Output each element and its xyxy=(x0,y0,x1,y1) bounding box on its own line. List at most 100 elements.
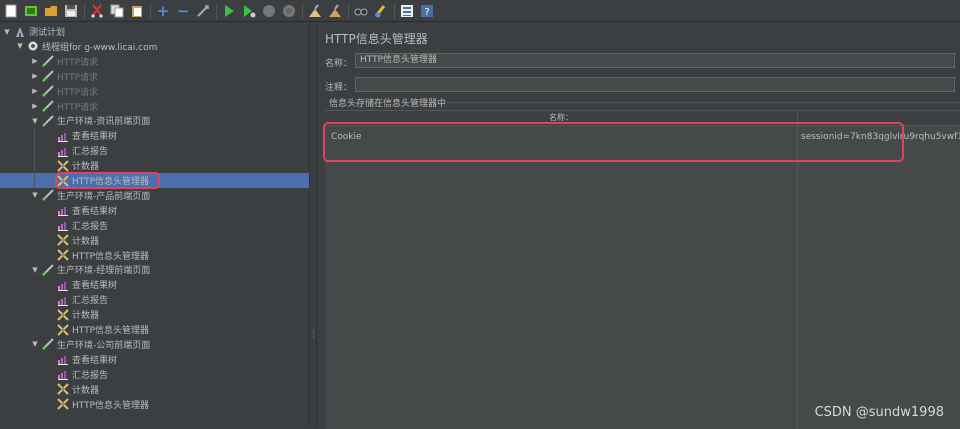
tree-item[interactable]: 查看结果树 xyxy=(0,128,309,143)
tree-item[interactable]: 查看结果树 xyxy=(0,277,309,292)
tree-item[interactable]: HTTP信息头管理器 xyxy=(0,248,309,263)
tree-item-label: 生产环境-经理前端页面 xyxy=(57,266,151,277)
config-icon xyxy=(57,234,69,246)
reset-search-icon[interactable] xyxy=(373,3,389,19)
config-icon xyxy=(57,383,69,395)
sampler-icon xyxy=(42,115,54,127)
tree-item[interactable]: 汇总报告 xyxy=(0,292,309,307)
expand-arrow-icon[interactable]: ▼ xyxy=(31,340,39,348)
cut-icon[interactable] xyxy=(89,3,105,19)
collapse-arrow-icon[interactable]: ▶ xyxy=(31,57,39,65)
tree-item-label: 生产环境-产品前端页面 xyxy=(57,191,151,202)
tree-item[interactable]: ▶ HTTP请求 xyxy=(0,54,309,69)
splitter-grip-icon: · · · xyxy=(312,327,315,342)
expand-arrow-icon[interactable]: ▼ xyxy=(16,42,24,50)
function-helper-icon[interactable] xyxy=(399,3,415,19)
tree-item[interactable]: ▶ HTTP请求 xyxy=(0,69,309,84)
templates-icon[interactable] xyxy=(23,3,39,19)
sampler-icon xyxy=(42,189,54,202)
search-icon[interactable] xyxy=(353,3,369,19)
tree-item[interactable]: 计数器 xyxy=(0,158,309,173)
save-icon[interactable] xyxy=(63,3,79,19)
collapse-arrow-icon[interactable]: ▶ xyxy=(31,87,39,95)
stop-icon[interactable] xyxy=(261,3,277,19)
config-icon xyxy=(57,159,69,172)
tree-item[interactable]: 计数器 xyxy=(0,233,309,248)
headers-group-title: 信息头存储在信息头管理器中 xyxy=(329,99,447,109)
tree-item[interactable]: ▶ HTTP请求 xyxy=(0,99,309,114)
tree-item[interactable]: 查看结果树 xyxy=(0,352,309,367)
expand-arrow-icon[interactable]: ▼ xyxy=(3,28,11,36)
headers-table[interactable]: 名称： Cookie sessionid=7kn83qglvlru9rqhu5v… xyxy=(323,110,960,429)
listener-icon xyxy=(57,353,69,366)
help-icon[interactable]: ? xyxy=(419,3,435,19)
clear-icon[interactable] xyxy=(307,3,323,19)
tree-item-label: 查看结果树 xyxy=(72,132,118,143)
comment-field[interactable] xyxy=(355,77,955,92)
config-icon xyxy=(57,249,69,261)
tree-item[interactable]: 汇总报告 xyxy=(0,367,309,382)
collapse-arrow-icon[interactable]: ▶ xyxy=(31,102,39,110)
test-plan-tree[interactable]: ▼ 测试计划 ▼ 线程组for g-www.licai.com ▶ HTTP请求 ▶ HTTP… xyxy=(0,22,309,428)
shutdown-icon[interactable] xyxy=(281,3,297,19)
add-icon[interactable]: + xyxy=(155,3,171,19)
tree-item[interactable]: ▼ 生产环境-产品前端页面 xyxy=(0,188,309,203)
tree-item-label: 查看结果树 xyxy=(72,355,118,366)
tree-item-label: 汇总报告 xyxy=(72,370,109,381)
toolbar-separator xyxy=(394,2,395,19)
sampler-icon xyxy=(42,70,54,82)
pane-splitter[interactable]: · · · xyxy=(309,22,317,428)
paste-icon[interactable] xyxy=(129,3,145,19)
config-icon xyxy=(57,308,69,321)
toolbar-separator xyxy=(348,2,349,19)
name-field[interactable]: HTTP信息头管理器 xyxy=(355,53,955,68)
tree-item[interactable]: 查看结果树 xyxy=(0,203,309,218)
tree-item[interactable]: ▼ 生产环境-经理前端页面 xyxy=(0,262,309,277)
tree-item-label: HTTP信息头管理器 xyxy=(72,326,150,336)
tree-item[interactable]: ▼ 生产环境-资讯前端页面 xyxy=(0,113,309,128)
copy-icon[interactable] xyxy=(109,3,125,19)
tree-item-label: HTTP请求 xyxy=(57,57,99,68)
tree-item[interactable]: HTTP信息头管理器 xyxy=(0,397,309,412)
tree-item[interactable]: 汇总报告 xyxy=(0,218,309,233)
collapse-arrow-icon[interactable]: ▶ xyxy=(31,72,39,80)
toolbar-separator xyxy=(84,2,85,19)
tree-item[interactable]: ▼ 生产环境-公司前端页面 xyxy=(0,337,309,352)
tree-item[interactable]: ▶ HTTP请求 xyxy=(0,84,309,99)
toolbar-separator xyxy=(150,2,151,19)
expand-arrow-icon[interactable]: ▼ xyxy=(31,191,39,199)
toggle-icon[interactable] xyxy=(195,3,211,19)
config-icon xyxy=(57,323,69,336)
tree-item-label: 查看结果树 xyxy=(72,281,118,292)
tree-item-label: HTTP请求 xyxy=(57,102,99,113)
name-label: 名称： xyxy=(325,59,353,69)
panel-title: HTTP信息头管理器 xyxy=(325,32,428,46)
tree-item[interactable]: ▼ 测试计划 xyxy=(0,24,309,39)
listener-icon xyxy=(57,279,69,291)
tree-item-label: 汇总报告 xyxy=(72,221,109,232)
tree-item[interactable]: ▼ 线程组for g-www.licai.com xyxy=(0,39,309,54)
tree-item[interactable]: 计数器 xyxy=(0,307,309,322)
main-toolbar: + − ? xyxy=(0,0,960,22)
clear-all-icon[interactable] xyxy=(327,3,343,19)
tree-item-label: HTTP请求 xyxy=(57,72,99,83)
tree-item[interactable]: HTTP信息头管理器 xyxy=(0,322,309,337)
tree-item-label: 计数器 xyxy=(72,236,100,247)
tree-item[interactable]: 汇总报告 xyxy=(0,143,309,158)
tree-item-label: HTTP请求 xyxy=(57,87,99,98)
config-icon xyxy=(57,398,69,410)
test-plan-icon xyxy=(14,26,26,38)
start-no-pause-icon[interactable] xyxy=(241,3,257,19)
header-manager-panel: HTTP信息头管理器 名称： HTTP信息头管理器 注释： 信息头存储在信息头管… xyxy=(317,22,960,429)
expand-arrow-icon[interactable]: ▼ xyxy=(31,117,39,125)
tree-item-label: 查看结果树 xyxy=(72,206,118,217)
tree-item-label: HTTP信息头管理器 xyxy=(72,400,150,411)
open-icon[interactable] xyxy=(43,3,59,19)
annotation-highlight xyxy=(323,122,904,162)
start-icon[interactable] xyxy=(221,3,237,19)
remove-icon[interactable]: − xyxy=(175,3,191,19)
expand-arrow-icon[interactable]: ▼ xyxy=(31,266,39,274)
tree-item[interactable]: 计数器 xyxy=(0,382,309,397)
listener-icon xyxy=(57,204,69,217)
new-icon[interactable] xyxy=(3,3,19,19)
